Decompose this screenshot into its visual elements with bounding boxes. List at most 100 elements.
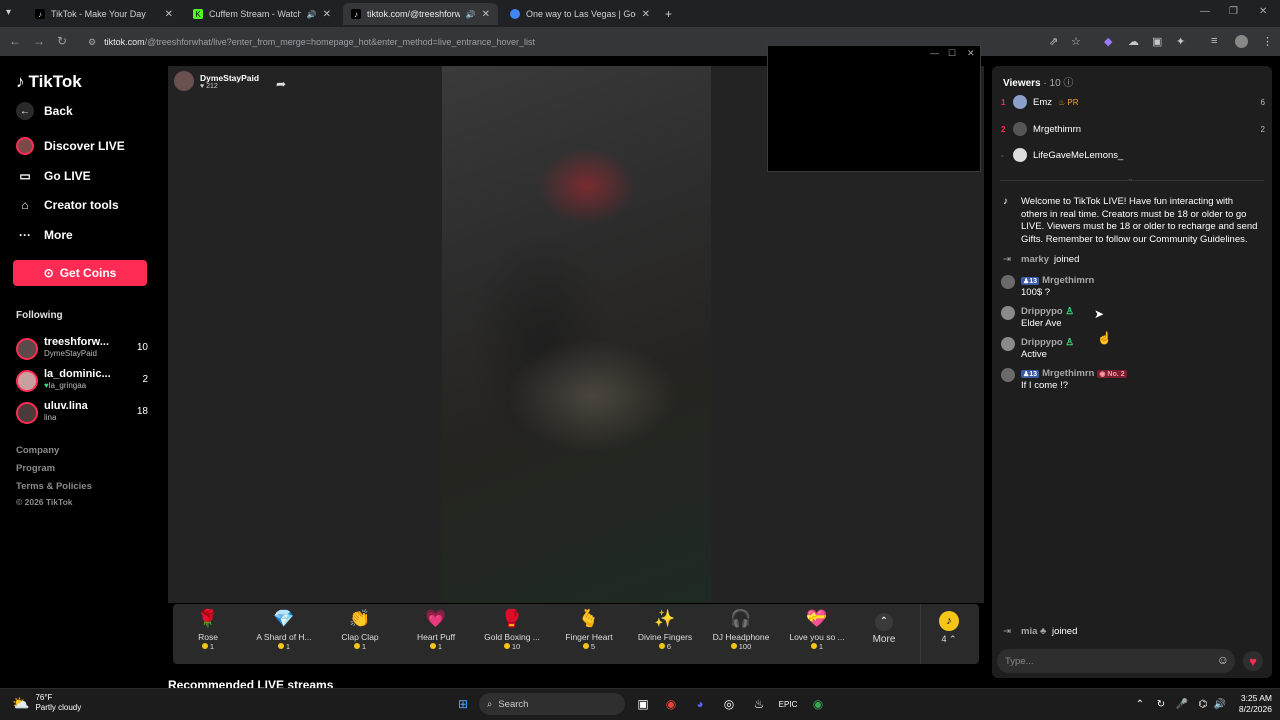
back-arrow-icon[interactable]: ← xyxy=(9,34,21,48)
footer-company-link[interactable]: Company xyxy=(16,445,59,456)
task-view-icon[interactable]: ▣ xyxy=(634,695,652,713)
picture-in-picture-window[interactable]: — ☐ ✕ xyxy=(767,45,981,172)
close-window-icon[interactable]: ✕ xyxy=(1259,6,1267,17)
gift-item[interactable]: 💗 Heart Puff 1 xyxy=(398,606,474,651)
tab-tiktok-live[interactable]: ♪ tiktok.com/@treeshforwhat 🔊 ✕ xyxy=(343,3,498,25)
chat-username[interactable]: Drippypo xyxy=(1021,306,1063,317)
extension-icon[interactable]: ◆ xyxy=(1104,35,1112,48)
close-tab-icon[interactable]: ✕ xyxy=(642,9,650,20)
share-icon[interactable]: ➦ xyxy=(276,77,286,91)
get-coins-button[interactable]: ⊙ Get Coins xyxy=(13,260,147,286)
speaker-icon[interactable]: 🔊 xyxy=(466,10,476,19)
gift-name: Heart Puff xyxy=(416,632,456,642)
extensions-puzzle-icon[interactable]: ✦ xyxy=(1176,35,1185,48)
forward-arrow-icon[interactable]: → xyxy=(33,34,45,48)
chat-input[interactable] xyxy=(1005,653,1205,669)
following-item[interactable]: la_dominic... ♥la_gringaa 2 xyxy=(16,368,148,396)
minimize-icon[interactable]: — xyxy=(930,48,939,58)
emoji-icon[interactable]: ☺ xyxy=(1217,653,1229,667)
close-tab-icon[interactable]: ✕ xyxy=(323,9,331,20)
footer-terms-link[interactable]: Terms & Policies xyxy=(16,481,92,492)
tab-google-flights[interactable]: One way to Las Vegas | Google ✕ xyxy=(502,3,658,25)
info-icon[interactable]: ⓘ xyxy=(1063,78,1073,89)
gift-item[interactable]: 🥊 Gold Boxing ... 10 xyxy=(474,606,550,651)
new-tab-button[interactable]: + xyxy=(665,7,672,21)
gift-item[interactable]: 🫰 Finger Heart 5 xyxy=(551,606,627,651)
media-controls-icon[interactable]: ≡ xyxy=(1211,35,1217,47)
chat-message[interactable]: Drippypo ♙ Active xyxy=(1001,337,1263,363)
chat-join-message: ⇥ mia ♣ joined xyxy=(1001,626,1263,640)
tab-list-icon[interactable]: ▾ xyxy=(6,7,11,18)
tab-tiktok-home[interactable]: ♪ TikTok - Make Your Day ✕ xyxy=(27,3,181,25)
gift-item[interactable]: 💝 Love you so ... 1 xyxy=(779,606,855,651)
chat-username[interactable]: Mrgethimrn xyxy=(1042,368,1094,379)
partly-cloudy-icon: ⛅ xyxy=(12,695,30,711)
close-tab-icon[interactable]: ✕ xyxy=(165,9,173,20)
back-button[interactable]: ← Back xyxy=(16,102,73,120)
gift-item[interactable]: 💎 A Shard of H... 1 xyxy=(246,606,322,651)
weather-widget[interactable]: ⛅ 76°F Partly cloudy xyxy=(12,693,81,713)
viewer-row[interactable]: 2 Mrgethimrn 2 xyxy=(1001,121,1265,137)
nav-creator-tools[interactable]: ⌂ Creator tools xyxy=(16,196,118,214)
viewer-row[interactable]: 1 Emz ♨ PR 6 xyxy=(1001,94,1265,110)
nav-more[interactable]: ··· More xyxy=(16,226,73,244)
footer-program-link[interactable]: Program xyxy=(16,463,55,474)
profile-avatar[interactable] xyxy=(1235,35,1248,48)
nav-discover-live[interactable]: Discover LIVE xyxy=(16,137,125,155)
chat-message[interactable]: ♟13 Mrgethimrn ◉ No. 2 If I come !? xyxy=(1001,368,1263,394)
discord-icon[interactable]: ◕ xyxy=(691,695,709,713)
browser-menu-icon[interactable]: ⋮ xyxy=(1262,35,1273,48)
expand-viewers-icon[interactable]: ⌄ xyxy=(1127,174,1134,183)
chat-username[interactable]: Drippypo xyxy=(1021,337,1063,348)
windows-start-icon[interactable]: ⊞ xyxy=(454,695,472,713)
back-label: Back xyxy=(44,104,73,118)
extension-ps-icon[interactable]: ▣ xyxy=(1152,35,1162,48)
reload-icon[interactable]: ↻ xyxy=(57,34,67,48)
nav-go-live[interactable]: ▭ Go LIVE xyxy=(16,167,90,185)
chat-username[interactable]: Mrgethimrn xyxy=(1042,275,1094,286)
chat-username[interactable]: marky xyxy=(1021,254,1049,265)
following-item[interactable]: treeshforw... DymeStayPaid 10 xyxy=(16,336,148,364)
maximize-icon[interactable]: ☐ xyxy=(948,48,956,59)
chat-input-box[interactable]: ☺ xyxy=(997,649,1235,673)
app-icon[interactable]: ◎ xyxy=(720,695,738,713)
live-video[interactable] xyxy=(442,66,711,603)
gift-name: Divine Fingers xyxy=(637,632,693,642)
gift-item[interactable]: 👏 Clap Clap 1 xyxy=(322,606,398,651)
site-info-icon[interactable]: ⚙ xyxy=(88,37,96,48)
volume-icon[interactable]: 🔊 xyxy=(1211,695,1229,713)
taskbar-clock[interactable]: 3:25 AM 8/2/2026 xyxy=(1232,693,1272,715)
chat-message[interactable]: ♟13 Mrgethimrn 100$ ? xyxy=(1001,275,1263,301)
viewer-score: 2 xyxy=(1260,124,1265,134)
chat-message[interactable]: Drippypo ♙ Elder Ave xyxy=(1001,306,1263,332)
extension-cloud-icon[interactable]: ☁ xyxy=(1128,35,1139,48)
open-in-app-icon[interactable]: ⇗ xyxy=(1049,35,1058,48)
chrome-profile-icon[interactable]: ◉ xyxy=(809,695,827,713)
close-icon[interactable]: ✕ xyxy=(967,48,975,59)
taskbar-search[interactable]: ⌕ Search xyxy=(479,693,625,715)
maximize-window-icon[interactable]: ❐ xyxy=(1229,6,1238,17)
microphone-icon[interactable]: 🎤 xyxy=(1173,695,1191,713)
epic-games-icon[interactable]: EPIC xyxy=(779,695,798,713)
close-tab-icon[interactable]: ✕ xyxy=(482,9,490,20)
wifi-icon[interactable]: ⌬ xyxy=(1194,695,1212,713)
host-avatar[interactable] xyxy=(174,71,194,91)
bookmark-star-icon[interactable]: ☆ xyxy=(1071,35,1081,48)
gift-item[interactable]: 🌹 Rose 1 xyxy=(170,606,246,651)
tray-chevron-icon[interactable]: ⌃ xyxy=(1131,695,1149,713)
host-info[interactable]: DymeStayPaid ♥ 212 xyxy=(174,71,259,91)
tray-sync-icon[interactable]: ↻ xyxy=(1152,695,1170,713)
like-heart-button[interactable]: ♥ xyxy=(1243,651,1263,671)
chrome-icon[interactable]: ◉ xyxy=(662,695,680,713)
speaker-icon[interactable]: 🔊 xyxy=(307,10,317,19)
tiktok-logo[interactable]: ♪ TikTok xyxy=(16,72,82,92)
tab-cuffem-stream[interactable]: K Cuffem Stream - Watch Live 🔊 ✕ xyxy=(185,3,339,25)
gift-item[interactable]: 🎧 DJ Headphone 100 xyxy=(703,606,779,651)
steam-icon[interactable]: ♨ xyxy=(750,695,768,713)
viewer-row[interactable]: - LifeGaveMeLemons_ xyxy=(1001,147,1265,163)
gift-item[interactable]: ✨ Divine Fingers 6 xyxy=(627,606,703,651)
chat-username[interactable]: mia xyxy=(1021,626,1037,637)
following-item[interactable]: uluv.lina lina 18 xyxy=(16,400,148,428)
minimize-window-icon[interactable]: — xyxy=(1200,6,1210,17)
coin-balance-button[interactable]: ♪ 4 ⌃ xyxy=(911,606,987,645)
